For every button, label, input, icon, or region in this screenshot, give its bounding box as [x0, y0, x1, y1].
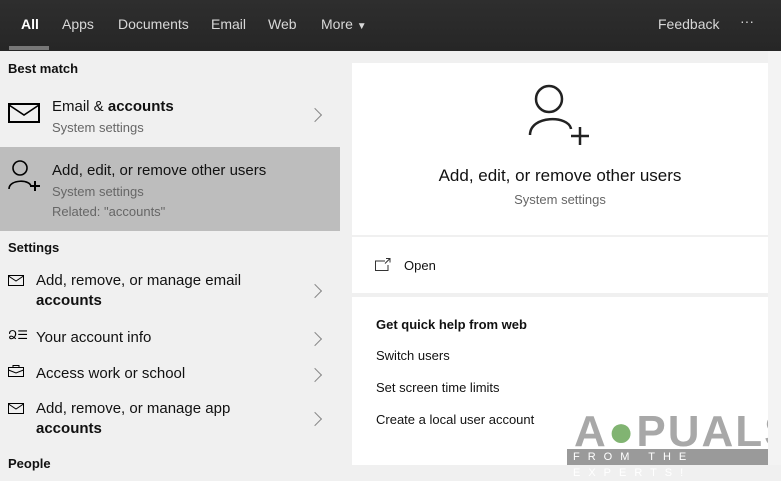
chevron-right-icon[interactable] — [307, 107, 323, 123]
setting-your-account-info[interactable]: Ձ☰ Your account info — [0, 325, 340, 353]
results-list: Best match Email & accounts System setti… — [0, 51, 340, 471]
more-options-icon[interactable]: ··· — [740, 13, 754, 29]
setting-manage-app-accounts[interactable]: Add, remove, or manage app accounts — [0, 397, 340, 443]
people-heading: People — [8, 456, 51, 471]
chevron-right-icon[interactable] — [307, 283, 323, 299]
active-tab-indicator — [9, 46, 49, 50]
setting-label: Add, remove, or manage email accounts — [36, 272, 242, 309]
feedback-button[interactable]: Feedback — [658, 16, 719, 32]
result-subtitle: System settings — [52, 120, 144, 135]
help-heading: Get quick help from web — [376, 317, 527, 332]
result-email-accounts[interactable]: Email & accounts System settings — [0, 86, 340, 147]
tab-web[interactable]: Web — [268, 16, 297, 32]
tab-more[interactable]: More ▼ — [321, 16, 367, 32]
help-link-switch-users[interactable]: Switch users — [376, 348, 450, 363]
setting-access-work-or-school[interactable]: Access work or school — [0, 361, 340, 389]
setting-label: Access work or school — [36, 365, 186, 382]
best-match-heading: Best match — [8, 61, 79, 76]
settings-heading: Settings — [8, 240, 60, 255]
open-action[interactable]: Open — [352, 237, 768, 293]
user-add-icon — [528, 84, 589, 145]
setting-manage-email-accounts[interactable]: Add, remove, or manage email accounts — [0, 269, 340, 315]
result-title: Email & accounts — [52, 98, 174, 115]
setting-label: Your account info — [36, 329, 152, 346]
detail-header-card: Add, edit, or remove other users System … — [352, 63, 768, 235]
help-link-local-account[interactable]: Create a local user account — [376, 412, 534, 427]
chevron-right-icon[interactable] — [307, 331, 323, 347]
result-title: Add, edit, or remove other users — [52, 162, 267, 179]
mail-icon — [8, 103, 40, 123]
detail-subtitle: System settings — [514, 192, 606, 207]
right-edge — [768, 51, 781, 465]
setting-label: Add, remove, or manage app accounts — [36, 400, 231, 437]
search-filter-bar: All Apps Documents Email Web More ▼ Feed… — [0, 0, 781, 51]
watermark-tagline: FROM THE EXPERTS! — [567, 449, 781, 479]
tab-documents[interactable]: Documents — [118, 16, 189, 32]
briefcase-icon — [8, 365, 24, 377]
tab-more-label: More — [321, 16, 353, 32]
open-external-icon — [375, 258, 391, 271]
result-subtitle: System settings — [52, 184, 144, 199]
chevron-right-icon[interactable] — [307, 411, 323, 427]
tab-email[interactable]: Email — [211, 16, 246, 32]
open-label: Open — [404, 258, 436, 273]
result-related: Related: "accounts" — [52, 204, 166, 219]
user-add-icon — [8, 160, 40, 191]
mail-icon — [8, 403, 24, 414]
mail-icon — [8, 275, 24, 286]
detail-title: Add, edit, or remove other users — [438, 166, 682, 185]
chevron-right-icon[interactable] — [307, 367, 323, 383]
tab-apps[interactable]: Apps — [62, 16, 94, 32]
tab-all[interactable]: All — [21, 16, 39, 32]
help-link-screen-time[interactable]: Set screen time limits — [376, 380, 500, 395]
result-add-edit-remove-users[interactable]: Add, edit, or remove other users System … — [0, 147, 340, 231]
web-help-section: Get quick help from web Switch users Set… — [352, 297, 781, 479]
account-info-icon: Ձ☰ — [8, 328, 28, 342]
caret-down-icon: ▼ — [356, 21, 367, 32]
